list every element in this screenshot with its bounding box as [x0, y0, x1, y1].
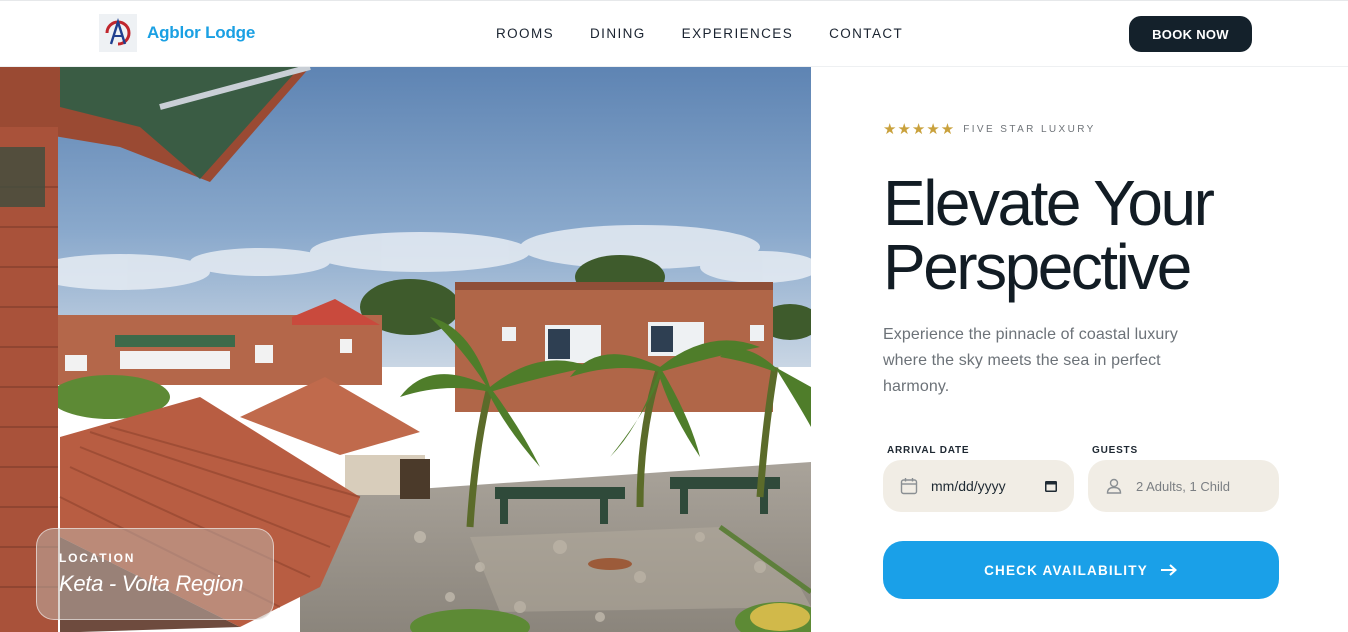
nav-contact[interactable]: CONTACT: [829, 26, 903, 41]
arrow-right-icon: [1160, 564, 1177, 576]
arrival-date-label: ARRIVAL DATE: [887, 445, 970, 456]
brand[interactable]: Agblor Lodge: [99, 14, 255, 52]
date-picker-icon[interactable]: [1044, 479, 1058, 493]
arrival-date-field[interactable]: mm/dd/yyyy: [883, 460, 1074, 512]
nav-rooms[interactable]: ROOMS: [496, 26, 554, 41]
top-nav: Agblor Lodge ROOMS DINING EXPERIENCES CO…: [0, 0, 1348, 67]
guests-input[interactable]: 2 Adults, 1 Child: [1136, 479, 1230, 494]
headline-line-2: Perspective: [883, 231, 1192, 303]
guests-field[interactable]: 2 Adults, 1 Child: [1088, 460, 1279, 512]
hero-description: Experience the pinnacle of coastal luxur…: [883, 326, 1178, 395]
calendar-icon: [900, 478, 918, 495]
headline-line-1: Elevate Your: [883, 167, 1215, 239]
rating: ★★★★★ FIVE STAR LUXURY: [883, 120, 1096, 138]
book-now-button[interactable]: BOOK NOW: [1129, 16, 1252, 52]
nav-dining[interactable]: DINING: [590, 26, 646, 41]
arrival-date-input[interactable]: mm/dd/yyyy: [931, 478, 1044, 494]
user-icon: [1106, 478, 1122, 494]
location-value: Keta - Volta Region: [59, 571, 244, 596]
hero-image: LOCATION Keta - Volta Region: [0, 67, 811, 632]
check-availability-button[interactable]: CHECK AVAILABILITY: [883, 541, 1279, 599]
brand-name: Agblor Lodge: [147, 23, 256, 42]
lodge-logo-icon: [99, 14, 137, 52]
booking-panel: ★★★★★ FIVE STAR LUXURY Elevate Your Pers…: [811, 67, 1348, 632]
nav-experiences[interactable]: EXPERIENCES: [682, 26, 793, 41]
rating-text: FIVE STAR LUXURY: [963, 123, 1096, 135]
guests-label: GUESTS: [1092, 445, 1138, 456]
check-availability-label: CHECK AVAILABILITY: [984, 562, 1148, 578]
location-label: LOCATION: [59, 551, 136, 565]
location-card: LOCATION Keta - Volta Region: [36, 528, 274, 620]
page-title: Elevate Your Perspective: [883, 171, 1303, 299]
main-menu: ROOMS DINING EXPERIENCES CONTACT: [496, 26, 903, 41]
star-rating-icon: ★★★★★: [883, 121, 956, 138]
